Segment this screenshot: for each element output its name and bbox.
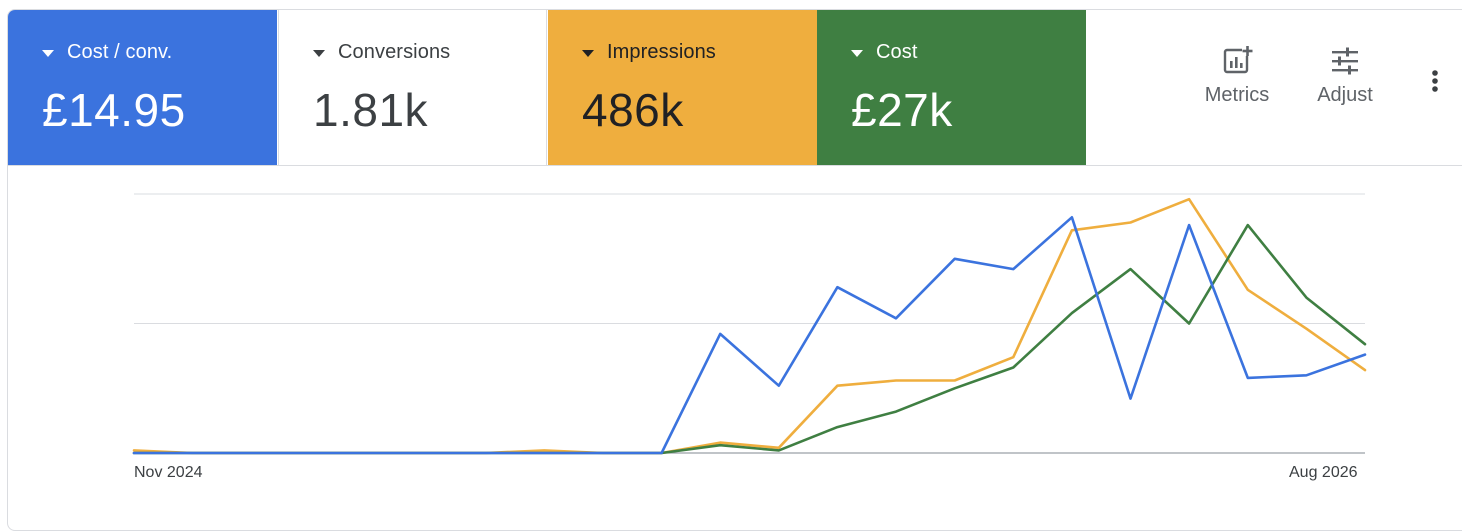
series-line-2 [132,223,1367,455]
series-line-1 [132,197,1367,455]
chart-series [132,197,1367,455]
series-line-0 [132,216,1367,455]
chart-grid [134,193,1365,454]
x-axis-end-label: Aug 2026 [1289,464,1358,481]
x-axis-start-label: Nov 2024 [134,464,203,481]
line-chart [132,193,1367,455]
